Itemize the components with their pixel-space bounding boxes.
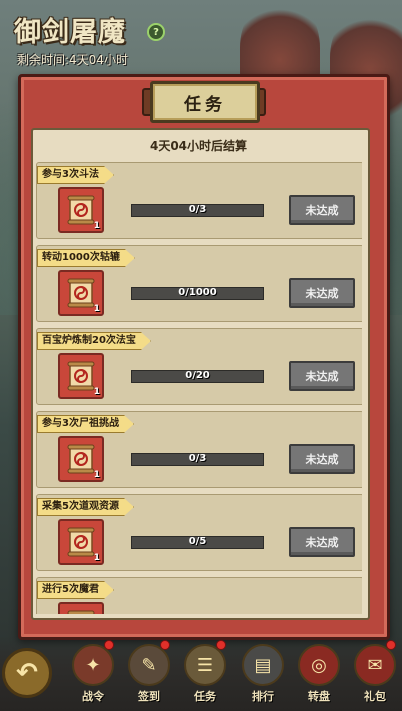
panel-title-plaque: 任务: [150, 81, 260, 123]
scroll-icon: [67, 278, 95, 308]
reward-item[interactable]: 1: [58, 519, 104, 565]
nav-label: 任务: [194, 690, 216, 703]
progress-text: 0/1000: [178, 287, 217, 298]
ranking-icon: ▤: [242, 644, 284, 686]
nav-label: 战令: [82, 690, 104, 703]
notification-dot: [386, 640, 396, 650]
progress-text: 0/3: [188, 453, 207, 464]
progress-text: 0/20: [185, 370, 210, 381]
task-icon: ☰: [184, 644, 226, 686]
reward-count: 1: [93, 553, 100, 563]
nav-label: 礼包: [364, 690, 386, 703]
reward-count: 1: [93, 221, 100, 231]
back-button[interactable]: ↶: [2, 648, 52, 698]
reward-count: 1: [93, 304, 100, 314]
task-card: 参与3次尸祖挑战 1 0/3 未达成: [36, 411, 362, 488]
task-name: 采集5次道观资源: [37, 498, 134, 516]
reward-count: 1: [93, 470, 100, 480]
task-card: 采集5次道观资源 1 0/5 未达成: [36, 494, 362, 571]
task-name: 进行5次魔君: [37, 581, 114, 599]
sign-in-icon: ✎: [128, 644, 170, 686]
task-name: 参与3次尸祖挑战: [37, 415, 134, 433]
war-order-icon: ✦: [72, 644, 114, 686]
progress-bar: 0/5: [131, 536, 264, 549]
task-name: 百宝炉炼制20次法宝: [37, 332, 151, 350]
nav-label: 转盘: [308, 690, 330, 703]
nav-button-4[interactable]: ▤ 排行: [240, 640, 286, 706]
task-card: 参与3次斗法 1 0/3 未达成: [36, 162, 362, 239]
nav-button-5[interactable]: ◎ 转盘: [296, 640, 342, 706]
nav-button-1[interactable]: ✦ 战令: [70, 640, 116, 706]
nav-button-2[interactable]: ✎ 签到: [126, 640, 172, 706]
remaining-time: 剩余时间:4天04小时: [17, 53, 128, 67]
claim-status-button[interactable]: 未达成: [289, 361, 355, 391]
gift-icon: ✉: [354, 644, 396, 686]
reward-count: 1: [93, 387, 100, 397]
settle-text: 4天04小时后结算: [149, 138, 248, 153]
nav-button-6[interactable]: ✉ 礼包: [352, 640, 398, 706]
reward-item[interactable]: 1: [58, 187, 104, 233]
reward-item[interactable]: [58, 602, 104, 614]
task-card: 转动1000次轱辘 1 0/1000 未达成: [36, 245, 362, 322]
claim-status-button[interactable]: 未达成: [289, 444, 355, 474]
scroll-icon: [67, 195, 95, 225]
task-card: 百宝炉炼制20次法宝 1 0/20 未达成: [36, 328, 362, 405]
back-arrow-icon: ↶: [16, 658, 38, 688]
wheel-icon: ◎: [298, 644, 340, 686]
reward-item[interactable]: 1: [58, 353, 104, 399]
progress-bar: 0/1000: [131, 287, 264, 300]
scroll-icon: [67, 610, 95, 614]
notification-dot: [216, 640, 226, 650]
progress-text: 0/5: [188, 536, 207, 547]
panel-title: 任务: [184, 94, 226, 115]
progress-text: 0/3: [188, 204, 207, 215]
nav-label: 签到: [138, 690, 160, 703]
scroll-icon: [67, 527, 95, 557]
task-name: 参与3次斗法: [37, 166, 114, 184]
notification-dot: [104, 640, 114, 650]
task-card: 进行5次魔君: [36, 577, 362, 614]
progress-bar: 0/3: [131, 204, 264, 217]
help-icon[interactable]: ?: [147, 23, 165, 41]
task-list[interactable]: 参与3次斗法 1 0/3 未达成 转动1000次轱辘 1 0/1000 未达成 …: [36, 162, 362, 614]
claim-status-button[interactable]: 未达成: [289, 278, 355, 308]
reward-item[interactable]: 1: [58, 436, 104, 482]
progress-bar: 0/20: [131, 370, 264, 383]
progress-bar: 0/3: [131, 453, 264, 466]
scroll-icon: [67, 361, 95, 391]
notification-dot: [160, 640, 170, 650]
claim-status-button[interactable]: 未达成: [289, 527, 355, 557]
claim-status-button[interactable]: 未达成: [289, 195, 355, 225]
scroll-icon: [67, 444, 95, 474]
task-name: 转动1000次轱辘: [37, 249, 135, 267]
reward-item[interactable]: 1: [58, 270, 104, 316]
nav-label: 排行: [252, 690, 274, 703]
settle-header: 4天04小时后结算: [31, 134, 366, 156]
event-title: 御剑屠魔: [14, 17, 126, 48]
nav-button-3[interactable]: ☰ 任务: [182, 640, 228, 706]
